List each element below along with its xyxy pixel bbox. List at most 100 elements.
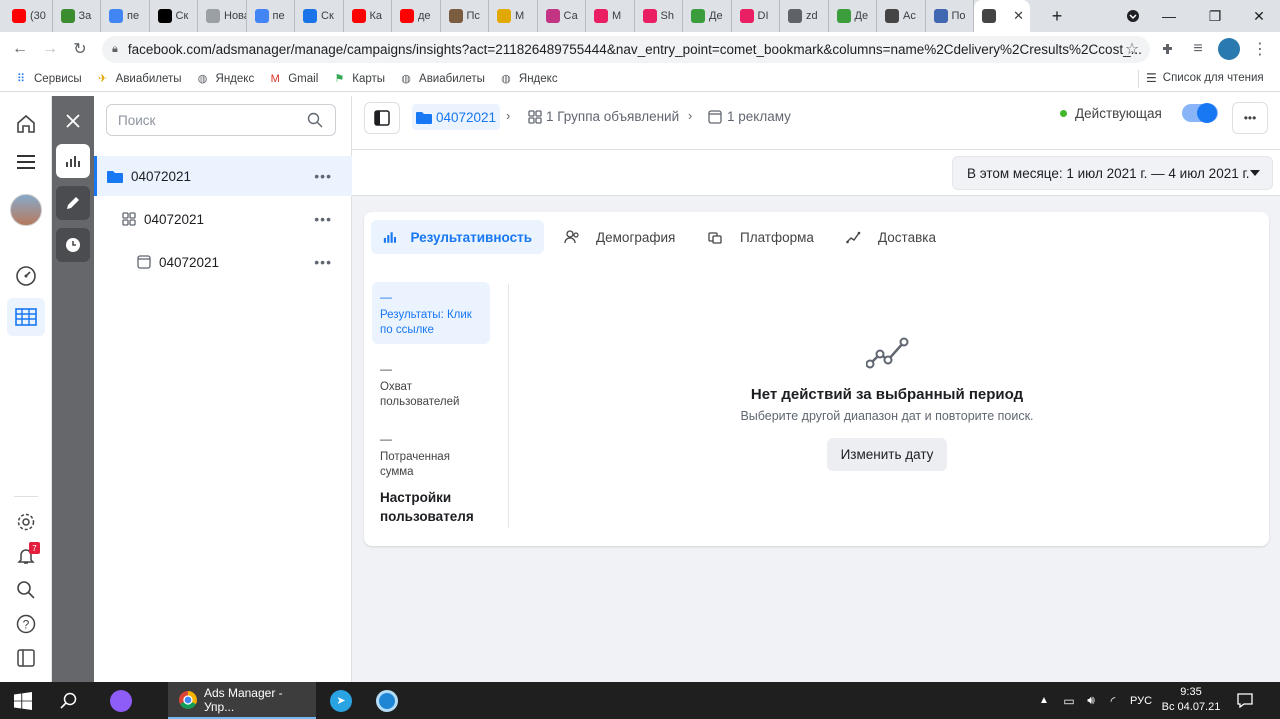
help-icon[interactable]: ?: [10, 608, 42, 640]
search-icon[interactable]: [10, 574, 42, 606]
toggle-panel-icon[interactable]: [364, 102, 400, 134]
browser-tab[interactable]: Новая: [198, 0, 247, 32]
minimize-icon[interactable]: —: [1146, 0, 1192, 32]
bookmarks-divider: [1138, 70, 1139, 88]
bookmark-item[interactable]: ◍ Авиабилеты: [399, 72, 485, 86]
tab-demographics[interactable]: Демография: [552, 220, 687, 254]
collapse-panel-icon[interactable]: [10, 642, 42, 674]
forward-icon[interactable]: →: [38, 37, 62, 61]
reading-list[interactable]: ☰ Список для чтения: [1146, 71, 1264, 85]
action-center-icon[interactable]: [1232, 682, 1258, 719]
bookmark-item[interactable]: ◍ Яндекс: [499, 72, 558, 86]
breadcrumb-ad[interactable]: 1 рекламу: [708, 109, 791, 124]
more-options-icon[interactable]: •••: [314, 211, 332, 227]
browser-tab[interactable]: пе: [247, 0, 295, 32]
more-options-icon[interactable]: •••: [314, 254, 332, 270]
app-circle-icon[interactable]: [370, 682, 404, 719]
menu-icon[interactable]: [10, 146, 42, 178]
windows-search-icon[interactable]: [52, 682, 86, 719]
breadcrumb-adset[interactable]: 1 Группа объявлений: [528, 109, 679, 124]
search-input[interactable]: Поиск: [106, 104, 336, 136]
browser-tab[interactable]: де: [392, 0, 441, 32]
bookmark-item[interactable]: ⚑ Карты: [332, 72, 385, 86]
close-icon[interactable]: [56, 104, 90, 138]
settings-icon[interactable]: [10, 506, 42, 538]
browser-tab[interactable]: Ск: [295, 0, 344, 32]
tab-label: Ка: [369, 10, 383, 22]
bookmark-item[interactable]: ✈ Авиабилеты: [96, 72, 181, 86]
browser-tab[interactable]: пе: [101, 0, 150, 32]
taskbar-app-chrome[interactable]: Ads Manager - Упр...: [168, 682, 316, 719]
telegram-icon[interactable]: ➤: [324, 682, 358, 719]
home-icon[interactable]: [10, 108, 42, 140]
bookmark-item[interactable]: ⠿ Сервисы: [14, 72, 82, 86]
tree-item-ad[interactable]: 04072021 •••: [94, 242, 352, 282]
browser-tab[interactable]: Са: [538, 0, 586, 32]
bookmark-item[interactable]: M Gmail: [268, 72, 319, 86]
plane-icon: ✈: [98, 73, 108, 85]
browser-tab[interactable]: DI: [732, 0, 780, 32]
browser-tab[interactable]: Де: [829, 0, 877, 32]
breadcrumb-campaign[interactable]: 04072021: [412, 104, 501, 130]
language-indicator[interactable]: РУС: [1126, 682, 1156, 719]
ads-manager-icon[interactable]: [7, 298, 45, 336]
close-tab-icon[interactable]: ✕: [1013, 8, 1024, 24]
user-settings-link[interactable]: Настройки пользователя: [380, 488, 480, 526]
tray-arrow-icon[interactable]: ▲: [1036, 682, 1052, 719]
date-range-selector[interactable]: В этом месяце: 1 июл 2021 г. — 4 июл 202…: [952, 156, 1273, 190]
battery-icon[interactable]: ▭: [1058, 682, 1080, 719]
close-window-icon[interactable]: ✕: [1236, 0, 1280, 32]
restore-icon[interactable]: ❐: [1192, 0, 1238, 32]
google-icon: [254, 9, 269, 23]
browser-menu-icon[interactable]: ⋮: [1248, 37, 1272, 61]
tree-item-adset[interactable]: 04072021 •••: [94, 199, 352, 239]
windows-start-icon[interactable]: [6, 682, 40, 719]
wifi-icon[interactable]: ◜: [1102, 682, 1124, 719]
browser-tab[interactable]: Де: [683, 0, 732, 32]
back-icon[interactable]: ←: [8, 37, 32, 61]
volume-icon[interactable]: 🔊︎: [1080, 682, 1102, 719]
alice-assistant-icon[interactable]: [104, 682, 138, 719]
reload-icon[interactable]: ↻: [68, 37, 92, 61]
browser-tab[interactable]: М: [489, 0, 538, 32]
tree-item-campaign[interactable]: 04072021 •••: [94, 156, 352, 196]
globe-icon: [788, 9, 802, 23]
insights-chart-icon[interactable]: [56, 144, 90, 178]
dashboard-icon[interactable]: [10, 260, 42, 292]
browser-tab[interactable]: (30: [4, 0, 53, 32]
chevron-right-icon: ›: [506, 108, 511, 123]
metric-reach[interactable]: — Охват пользователей: [372, 354, 490, 418]
more-options-icon[interactable]: •••: [314, 168, 332, 184]
address-bar[interactable]: 🔒︎ facebook.com/adsmanager/manage/campai…: [102, 36, 1150, 63]
browser-tab[interactable]: zd: [780, 0, 829, 32]
history-clock-icon[interactable]: [56, 228, 90, 262]
campaign-toggle[interactable]: [1182, 103, 1218, 123]
browser-tab[interactable]: Cк: [150, 0, 198, 32]
tab-performance[interactable]: Результативность: [371, 220, 544, 254]
metric-results[interactable]: — Результаты: Клик по ссылке: [372, 282, 490, 344]
change-date-button[interactable]: Изменить дату: [827, 438, 947, 471]
new-tab-icon[interactable]: +: [1044, 4, 1070, 28]
browser-tab[interactable]: М: [586, 0, 635, 32]
edit-pencil-icon[interactable]: [56, 186, 90, 220]
metric-spend[interactable]: — Потраченная сумма: [372, 424, 490, 488]
browser-tab[interactable]: Пс: [441, 0, 489, 32]
more-options-icon[interactable]: •••: [1232, 102, 1268, 134]
tab-delivery[interactable]: Доставка: [834, 220, 948, 254]
platform-icon: [708, 232, 722, 244]
browser-tab[interactable]: ✕: [974, 0, 1030, 32]
browser-tab[interactable]: Sh: [635, 0, 683, 32]
bookmark-star-icon[interactable]: ☆: [1120, 37, 1144, 61]
folder-icon: [416, 111, 432, 124]
profile-avatar[interactable]: [1218, 38, 1240, 60]
browser-tab[interactable]: Ка: [344, 0, 392, 32]
tab-platform[interactable]: Платформа: [696, 220, 826, 254]
extensions-icon[interactable]: [1156, 37, 1180, 61]
browser-tab[interactable]: Ас: [877, 0, 926, 32]
browser-tab[interactable]: За: [53, 0, 101, 32]
account-avatar[interactable]: [10, 194, 42, 226]
media-control-icon[interactable]: ≡: [1186, 37, 1210, 61]
bookmark-item[interactable]: ◍ Яндекс: [196, 72, 255, 86]
browser-tab[interactable]: По: [926, 0, 974, 32]
clock[interactable]: 9:35 Вс 04.07.21: [1160, 685, 1222, 715]
